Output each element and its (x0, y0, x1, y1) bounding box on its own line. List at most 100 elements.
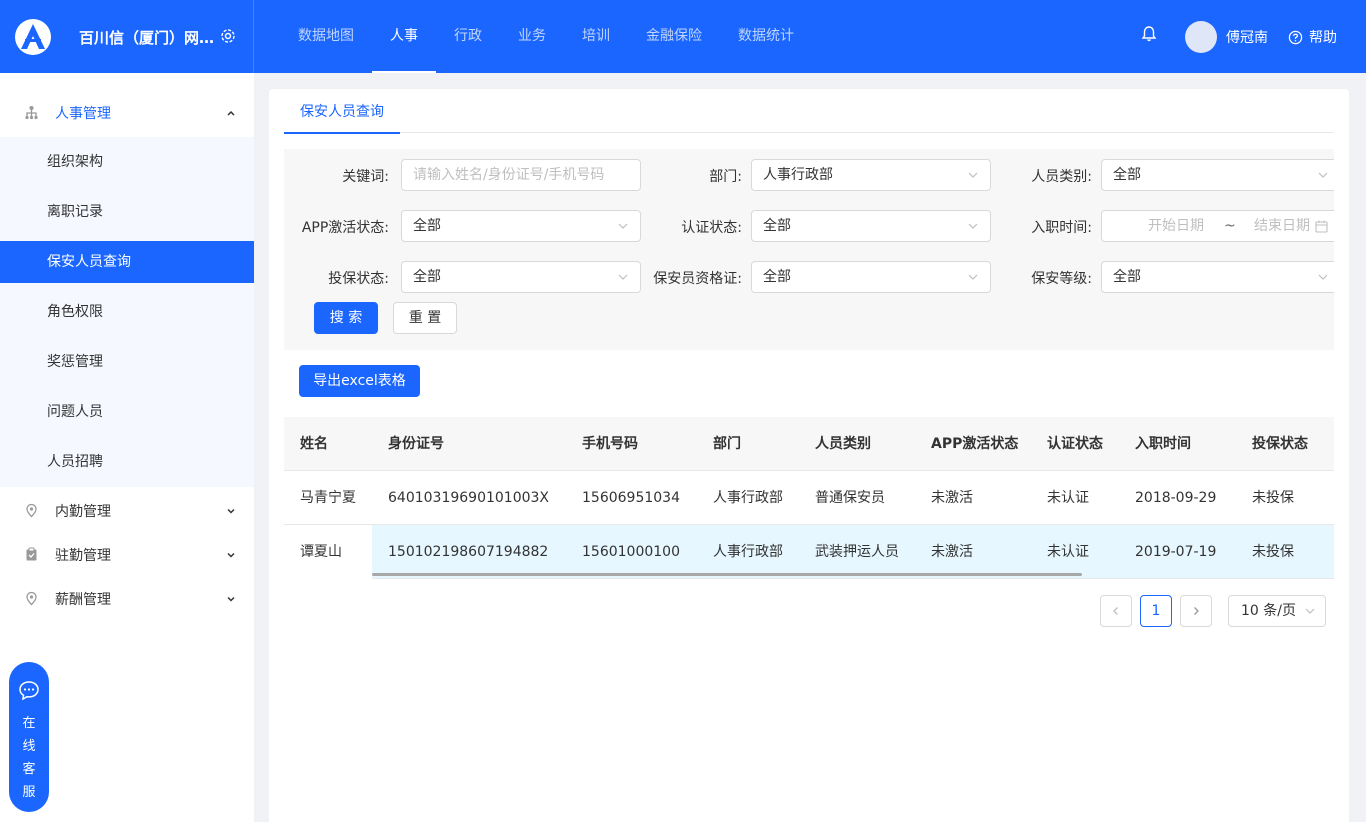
chat-icon (19, 681, 39, 701)
location-icon (26, 503, 37, 518)
next-page-button[interactable] (1180, 595, 1212, 627)
cell-name: 马青宁夏 (300, 490, 356, 506)
chevron-down-icon (1318, 172, 1328, 178)
chevron-down-icon (227, 552, 235, 558)
cell-id-number: 150102198607194882 (388, 544, 549, 560)
sidebar-item-org[interactable]: 组织架构 (0, 141, 254, 183)
cell-category: 普通保安员 (815, 490, 885, 506)
insure-status-value: 全部 (413, 269, 441, 285)
reset-button[interactable]: 重 置 (393, 302, 457, 334)
cell-auth-status: 未认证 (1047, 490, 1089, 506)
nav-finance-insurance[interactable]: 金融保险 (628, 0, 720, 73)
app-status-select[interactable]: 全部 (401, 210, 641, 242)
end-date-input[interactable]: 结束日期 (1254, 211, 1310, 241)
chevron-down-icon (618, 274, 628, 280)
table-row[interactable]: 谭夏山 150102198607194882 15601000100 人事行政部… (284, 525, 1334, 579)
sidebar-item-problem[interactable]: 问题人员 (0, 391, 254, 433)
org-icon (25, 106, 38, 120)
cell-phone: 15606951034 (582, 490, 680, 506)
chevron-left-icon (1113, 607, 1118, 615)
guard-level-value: 全部 (1113, 269, 1141, 285)
guard-level-select[interactable]: 全部 (1101, 261, 1334, 293)
nav-admin[interactable]: 行政 (436, 0, 500, 73)
nav-data-map[interactable]: 数据地图 (280, 0, 372, 73)
nav-statistics[interactable]: 数据统计 (720, 0, 812, 73)
menu-group-label: 驻勤管理 (55, 548, 111, 564)
menu-group-label: 内勤管理 (55, 504, 111, 520)
chevron-down-icon (227, 508, 235, 514)
chevron-down-icon (618, 223, 628, 229)
app-status-label: APP激活状态: (301, 220, 389, 236)
page-size-select[interactable]: 10 条/页 (1228, 595, 1326, 627)
nav-hr[interactable]: 人事 (372, 0, 436, 73)
chevron-down-icon (1305, 608, 1315, 614)
chat-char: 线 (22, 739, 36, 754)
chat-char: 服 (22, 785, 36, 800)
column-header: 部门 (713, 436, 741, 452)
category-label: 人员类别: (1031, 169, 1092, 185)
online-service-button[interactable]: 在 线 客 服 (9, 662, 49, 812)
clipboard-icon (26, 547, 37, 561)
location-icon (26, 591, 37, 606)
chat-char: 在 (22, 716, 36, 731)
bell-icon[interactable] (1140, 25, 1158, 43)
avatar[interactable] (1185, 21, 1217, 53)
menu-group-hr[interactable]: 人事管理 (0, 91, 254, 135)
tab-guard-query[interactable]: 保安人员查询 (284, 89, 400, 134)
hr-submenu: 组织架构 离职记录 保安人员查询 角色权限 奖惩管理 问题人员 人员招聘 (0, 137, 254, 487)
help-label: 帮助 (1309, 30, 1337, 46)
chevron-down-icon (968, 172, 978, 178)
dept-select[interactable]: 人事行政部 (751, 159, 991, 191)
keyword-label: 关键词: (342, 169, 389, 185)
cell-id-number: 64010319690101003X (388, 490, 550, 506)
table-header: 姓名 身份证号 手机号码 部门 人员类别 APP激活状态 认证状态 入职时间 投… (284, 417, 1334, 471)
app-title: 百川信（厦门）网络科技有限公司 (79, 29, 219, 47)
username[interactable]: 傅冠南 (1226, 27, 1268, 47)
certificate-value: 全部 (763, 269, 791, 285)
menu-group-salary[interactable]: 薪酬管理 (0, 577, 254, 621)
keyword-input[interactable]: 请输入姓名/身份证号/手机号码 (401, 159, 641, 191)
help-link[interactable]: 帮助 (1288, 27, 1337, 47)
horizontal-scrollbar[interactable] (372, 573, 1082, 576)
export-excel-button[interactable]: 导出excel表格 (299, 365, 420, 397)
column-header: 人员类别 (815, 436, 871, 452)
table-row[interactable]: 马青宁夏 64010319690101003X 15606951034 人事行政… (284, 471, 1334, 525)
guard-level-label: 保安等级: (1031, 271, 1092, 287)
logo-icon[interactable] (15, 19, 51, 55)
certificate-select[interactable]: 全部 (751, 261, 991, 293)
sidebar-item-guard-query[interactable]: 保安人员查询 (0, 241, 254, 283)
category-select[interactable]: 全部 (1101, 159, 1334, 191)
page-number-button[interactable]: 1 (1140, 595, 1172, 627)
tab-bar: 保安人员查询 (284, 89, 1334, 134)
chat-char: 客 (22, 762, 36, 777)
search-button[interactable]: 搜 索 (314, 302, 378, 334)
cell-name: 谭夏山 (300, 544, 342, 560)
insure-status-select[interactable]: 全部 (401, 261, 641, 293)
main-nav: 数据地图 人事 行政 业务 培训 金融保险 数据统计 (280, 0, 812, 73)
chevron-down-icon (1318, 274, 1328, 280)
gear-icon[interactable] (220, 28, 236, 44)
cell-join-date: 2018-09-29 (1135, 490, 1217, 506)
dept-value: 人事行政部 (763, 167, 833, 183)
menu-group-station[interactable]: 驻勤管理 (0, 533, 254, 577)
main-content: 保安人员查询 关键词: 请输入姓名/身份证号/手机号码 部门: 人事行政部 人员… (269, 89, 1349, 822)
sidebar-item-roles[interactable]: 角色权限 (0, 291, 254, 333)
page-size-value: 10 条/页 (1241, 603, 1296, 619)
cell-phone: 15601000100 (582, 544, 680, 560)
chevron-up-icon (227, 110, 235, 116)
menu-group-office[interactable]: 内勤管理 (0, 489, 254, 533)
sidebar-item-rewards[interactable]: 奖惩管理 (0, 341, 254, 383)
prev-page-button[interactable] (1100, 595, 1132, 627)
join-date-range[interactable]: 开始日期 ~ 结束日期 (1101, 210, 1334, 242)
sidebar-item-recruit[interactable]: 人员招聘 (0, 441, 254, 483)
sidebar-item-resign[interactable]: 离职记录 (0, 191, 254, 233)
auth-status-select[interactable]: 全部 (751, 210, 991, 242)
range-separator: ~ (1224, 218, 1236, 234)
auth-status-value: 全部 (763, 218, 791, 234)
nav-business[interactable]: 业务 (500, 0, 564, 73)
column-header: 手机号码 (582, 436, 638, 452)
cell-app-status: 未激活 (931, 544, 973, 560)
cell-auth-status: 未认证 (1047, 544, 1089, 560)
start-date-input[interactable]: 开始日期 (1148, 211, 1204, 241)
nav-training[interactable]: 培训 (564, 0, 628, 73)
